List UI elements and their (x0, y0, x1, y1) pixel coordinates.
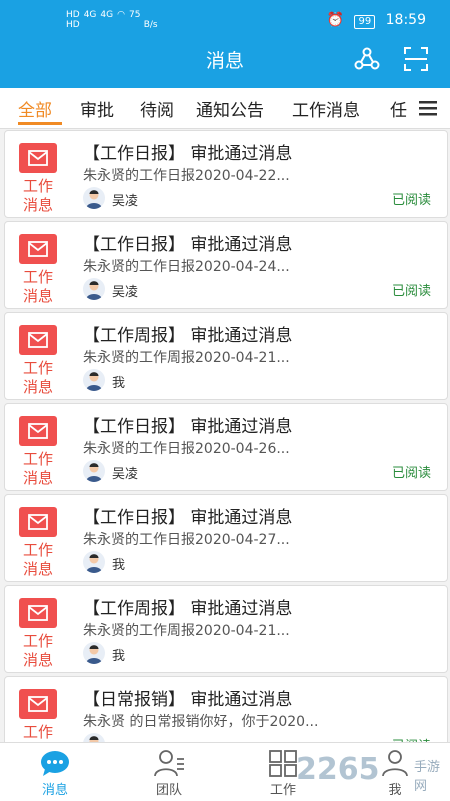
watermark-logo: 2265 手游网 (296, 752, 446, 794)
avatar (83, 187, 105, 209)
read-status: 已阅读 (391, 284, 431, 299)
net-4g-label: 4G (83, 10, 97, 20)
mail-icon (19, 143, 57, 173)
message-author: 我 (112, 649, 126, 664)
avatar (83, 642, 105, 664)
message-category: 工作消息 (22, 177, 53, 214)
avatar (83, 278, 105, 300)
chat-bubble-icon (39, 749, 71, 777)
message-preview: 朱永贤的工作日报2020-04-22... (83, 168, 290, 184)
share-icon[interactable] (354, 46, 380, 72)
watermark-text: 2265 (296, 752, 380, 787)
avatar (83, 369, 105, 391)
net-4g-label-2: 4G (100, 10, 114, 20)
message-category: 工作消息 (22, 723, 53, 741)
mail-icon (19, 325, 57, 355)
message-author: 吴凌 (112, 194, 139, 209)
wifi-icon: ◠ (117, 10, 125, 20)
message-card[interactable]: 工作消息 【工作周报】 审批通过消息朱永贤的工作周报2020-04-21... 我 (4, 312, 448, 400)
message-list: 工作消息 【工作日报】 审批通过消息 朱永贤的工作日报2020-04-22... 吴凌… (0, 130, 450, 742)
mail-icon (19, 689, 57, 719)
tab-approval[interactable]: 审批 (80, 96, 114, 121)
message-title: 【工作日报】 审批通过消息 (83, 144, 293, 164)
avatar (83, 551, 105, 573)
alarm-icon: ⏰ (326, 12, 344, 28)
message-category: 工作消息 (22, 450, 53, 487)
speed-value: 75 (128, 10, 141, 20)
watermark-suffix: 手游网 (414, 760, 441, 794)
tab-task[interactable]: 任 (390, 96, 407, 121)
page-title: 消息 (205, 50, 244, 72)
message-author: 我 (112, 376, 126, 391)
message-card[interactable]: 工作消息 【工作周报】 审批通过消息朱永贤的工作周报2020-04-21... 我 (4, 585, 448, 673)
status-right: ⏰ 99 18:59 (321, 12, 426, 29)
read-status: 已阅读 (391, 193, 431, 208)
message-author: 我 (112, 558, 126, 573)
hd-label-2: HD (66, 20, 80, 30)
read-status: 已阅读 (392, 735, 431, 742)
message-card[interactable]: 工作消息 【工作日报】 审批通过消息朱永贤的工作日报2020-04-22... 吴凌… (4, 130, 448, 218)
status-bar: HD 4G 4G ◠ 75 HD B/s ⏰ 99 18:59 (0, 0, 450, 40)
message-category: 工作消息 (22, 632, 53, 669)
message-card[interactable]: 工作消息 【工作日报】 审批通过消息朱永贤的工作日报2020-04-27... 我 (4, 494, 448, 582)
message-card[interactable]: 工作消息 【工作日报】 审批通过消息朱永贤的工作日报2020-04-26... 吴凌… (4, 403, 448, 491)
tab-bar: 全部 审批 待阅 通知公告 工作消息 任 (0, 88, 450, 129)
message-title: 【工作日报】 审批通过消息 (83, 235, 293, 255)
team-icon (153, 749, 185, 777)
message-preview: 朱永贤的工作周报2020-04-21... (83, 623, 290, 639)
message-preview: 朱永贤的工作日报2020-04-26... (83, 441, 290, 457)
nav-label: 消息 (41, 783, 68, 798)
message-card[interactable]: 工作消息 【日常报销】 审批通过消息朱永贤 的日常报销你好，你于2020... 已阅… (4, 676, 448, 742)
menu-icon[interactable] (418, 98, 438, 118)
message-preview: 朱永贤 的日常报销你好，你于2020... (83, 714, 319, 730)
read-status: 已阅读 (391, 466, 431, 481)
message-title: 【工作日报】 审批通过消息 (83, 417, 293, 437)
grid-icon (267, 749, 299, 777)
message-preview: 朱永贤的工作周报2020-04-21... (83, 350, 290, 366)
mail-icon (19, 416, 57, 446)
hd-label: HD (66, 10, 80, 20)
message-title: 【工作周报】 审批通过消息 (83, 326, 293, 346)
tab-work-message[interactable]: 工作消息 (292, 96, 360, 121)
tab-notice[interactable]: 通知公告 (196, 96, 264, 121)
message-author: 吴凌 (112, 467, 139, 482)
mail-icon (19, 507, 57, 537)
tab-to-read[interactable]: 待阅 (140, 96, 174, 121)
mail-icon (19, 234, 57, 264)
message-title: 【工作日报】 审批通过消息 (83, 508, 293, 528)
clock: 18:59 (385, 12, 426, 28)
nav-label: 团队 (155, 783, 182, 798)
avatar (83, 733, 105, 742)
message-category: 工作消息 (22, 268, 53, 305)
message-card[interactable]: 工作消息 【工作日报】 审批通过消息朱永贤的工作日报2020-04-24... 吴凌… (4, 221, 448, 309)
message-author: 吴凌 (112, 285, 139, 300)
mail-icon (19, 598, 57, 628)
message-preview: 朱永贤的工作日报2020-04-27... (83, 532, 290, 548)
status-network: HD 4G 4G ◠ 75 HD B/s (66, 10, 162, 30)
nav-messages[interactable]: 消息 (10, 743, 100, 801)
speed-unit: B/s (143, 20, 158, 30)
app-header: HD 4G 4G ◠ 75 HD B/s ⏰ 99 18:59 消息 (0, 0, 450, 88)
message-preview: 朱永贤的工作日报2020-04-24... (83, 259, 290, 275)
message-title: 【日常报销】 审批通过消息 (83, 690, 293, 710)
avatar (83, 460, 105, 482)
battery-indicator: 99 (354, 15, 376, 29)
message-title: 【工作周报】 审批通过消息 (83, 599, 293, 619)
nav-team[interactable]: 团队 (124, 743, 214, 801)
scan-icon[interactable] (403, 46, 429, 72)
tab-active-indicator (18, 122, 62, 125)
message-category: 工作消息 (22, 359, 53, 396)
tab-all[interactable]: 全部 (18, 96, 52, 121)
message-category: 工作消息 (22, 541, 53, 578)
